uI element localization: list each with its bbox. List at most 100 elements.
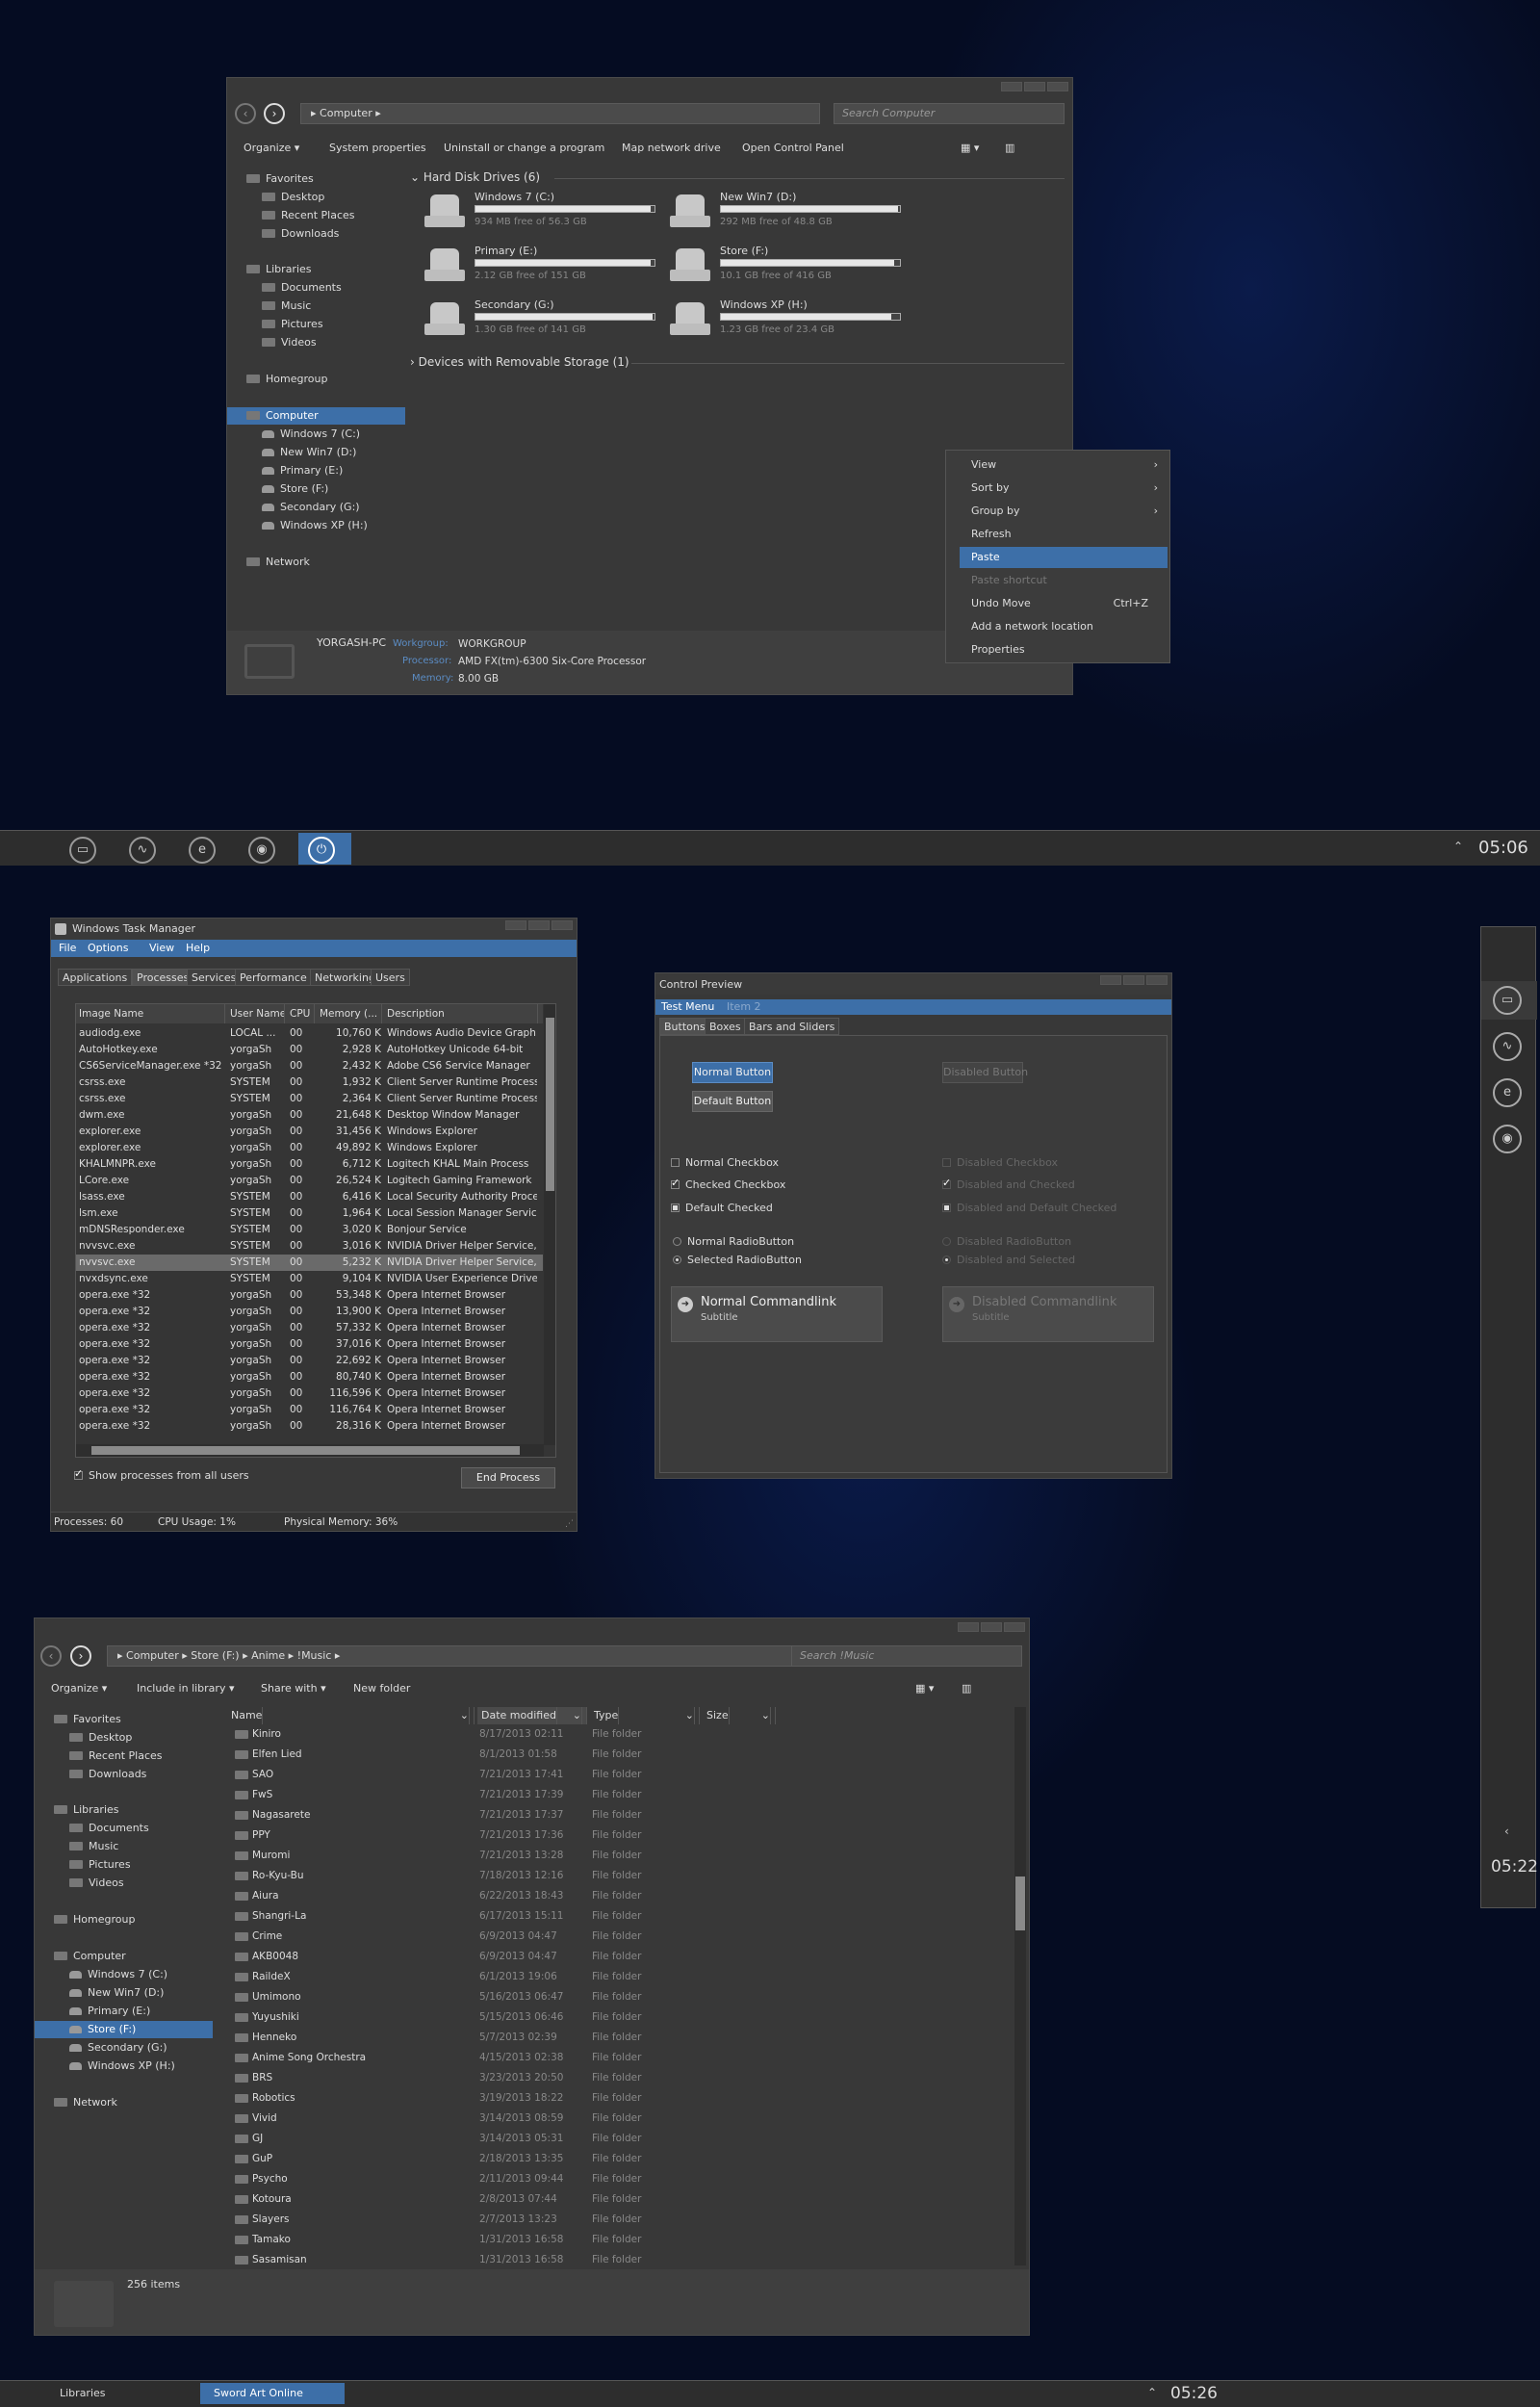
file-row[interactable]: Anime Song Orchestra 4/15/2013 02:38 File … (227, 2048, 805, 2068)
view-options-icon[interactable]: ▦ ▾ (961, 142, 979, 154)
nav-recent[interactable]: Recent Places (69, 1747, 163, 1765)
nav-documents[interactable]: Documents (262, 279, 342, 297)
organize-button[interactable]: Organize ▾ (51, 1682, 107, 1695)
process-row[interactable]: mDNSResponder.exe SYSTEM 00 3,020 K Bonjour … (76, 1222, 543, 1238)
file-row[interactable]: Kotoura 2/8/2013 07:44 File folder (227, 2189, 805, 2210)
nav-favorites[interactable]: Favorites (246, 170, 314, 188)
context-menu-item-undo-move[interactable]: Undo Move Ctrl+Z (960, 593, 1168, 614)
context-menu-item-refresh[interactable]: Refresh (960, 524, 1168, 545)
menu-view[interactable]: View (149, 942, 174, 954)
ie-icon[interactable]: e (189, 837, 216, 864)
minimize-button[interactable] (505, 920, 526, 930)
nav-pictures[interactable]: Pictures (262, 316, 323, 333)
breadcrumb-store[interactable]: Store (F:) (191, 1649, 239, 1662)
maximize-button[interactable] (528, 920, 550, 930)
media-player-icon[interactable]: ◉ (248, 837, 275, 864)
file-row[interactable]: Nagasarete 7/21/2013 17:37 File folder (227, 1805, 805, 1825)
context-menu-item-view[interactable]: View › (960, 454, 1168, 476)
process-row[interactable]: lsass.exe SYSTEM 00 6,416 K Local Security A… (76, 1189, 543, 1205)
drive-tile[interactable]: Secondary (G:) 1.30 GB free of 141 GB (424, 297, 655, 340)
nav-drive-g[interactable]: Secondary (G:) (262, 499, 360, 516)
normal-button[interactable]: Normal Button (692, 1062, 773, 1083)
process-row[interactable]: opera.exe *32 yorgaSh 00 22,692 K Opera Inte… (76, 1353, 543, 1369)
nav-drive-c[interactable]: Windows 7 (C:) (262, 426, 360, 443)
tab-boxes[interactable]: Boxes (705, 1018, 746, 1035)
tab-users[interactable]: Users (371, 969, 410, 986)
file-row[interactable]: RaildeX 6/1/2013 19:06 File folder (227, 1967, 805, 1987)
maximize-button[interactable] (1123, 975, 1144, 985)
nav-recent[interactable]: Recent Places (262, 207, 355, 224)
normal-checkbox[interactable]: Normal Checkbox (671, 1156, 779, 1169)
show-all-processes-checkbox[interactable]: Show processes from all users (74, 1467, 249, 1482)
column-header[interactable]: User Name (227, 1004, 285, 1023)
process-row[interactable]: CS6ServiceManager.exe *32 yorgaSh 00 2,432 … (76, 1058, 543, 1074)
file-row[interactable]: Vivid 3/14/2013 08:59 File folder (227, 2109, 805, 2129)
process-row[interactable]: explorer.exe yorgaSh 00 31,456 K Windows Exp… (76, 1124, 543, 1140)
menu-help[interactable]: Help (186, 942, 210, 954)
process-row[interactable]: opera.exe *32 yorgaSh 00 37,016 K Opera Inte… (76, 1336, 543, 1353)
forward-button[interactable]: › (264, 103, 285, 124)
process-row[interactable]: explorer.exe yorgaSh 00 49,892 K Windows Exp… (76, 1140, 543, 1156)
file-row[interactable]: Psycho 2/11/2013 09:44 File folder (227, 2169, 805, 2189)
close-button[interactable] (1047, 82, 1068, 91)
file-row[interactable]: Yuyushiki 5/15/2013 06:46 File folder (227, 2007, 805, 2028)
column-size[interactable]: Size ⌄ (703, 1707, 776, 1724)
back-button[interactable]: ‹ (235, 103, 256, 124)
vertical-scrollbar[interactable] (1014, 1707, 1026, 2265)
nav-drive-e[interactable]: Primary (E:) (69, 2003, 150, 2020)
process-row[interactable]: opera.exe *32 yorgaSh 00 28,316 K Opera Inte… (76, 1418, 543, 1435)
include-library-button[interactable]: Include in library ▾ (137, 1682, 234, 1695)
nav-pictures[interactable]: Pictures (69, 1856, 131, 1874)
nav-drive-e[interactable]: Primary (E:) (262, 462, 343, 479)
file-row[interactable]: Shangri-La 6/17/2013 15:11 File folder (227, 1906, 805, 1927)
default-button[interactable]: Default Button (692, 1091, 773, 1112)
address-bar[interactable]: ▸ Computer ▸ (300, 103, 820, 124)
file-row[interactable]: Ro-Kyu-Bu 7/18/2013 12:16 File folder (227, 1866, 805, 1886)
file-row[interactable]: Kiniro 8/17/2013 02:11 File folder (227, 1724, 805, 1745)
nav-homegroup[interactable]: Homegroup (246, 371, 327, 388)
maximize-button[interactable] (1024, 82, 1045, 91)
taskbar-libraries[interactable]: Libraries (60, 2387, 106, 2399)
process-row[interactable]: LCore.exe yorgaSh 00 26,524 K Logitech Gamin… (76, 1173, 543, 1189)
context-menu-item-properties[interactable]: Properties (960, 639, 1168, 660)
context-menu-item-paste[interactable]: Paste (960, 547, 1168, 568)
preview-pane-icon[interactable]: ▥ (962, 1682, 971, 1695)
process-row[interactable]: KHALMNPR.exe yorgaSh 00 6,712 K Logitech KHA… (76, 1156, 543, 1173)
search-input[interactable]: Search Computer (834, 103, 1065, 124)
chevron-up-icon[interactable]: ⌃ (1147, 2386, 1157, 2399)
chevron-up-icon[interactable]: ⌃ (1453, 840, 1463, 853)
file-row[interactable]: GJ 3/14/2013 05:31 File folder (227, 2129, 805, 2149)
resize-grip-icon[interactable]: ⋰ (565, 1519, 574, 1529)
section-hard-disk-drives[interactable]: ⌄ Hard Disk Drives (6) (410, 170, 540, 184)
nav-drive-d[interactable]: New Win7 (D:) (69, 1984, 164, 2002)
column-name[interactable]: Name ⌄ (227, 1707, 475, 1724)
activity-icon[interactable]: ∿ (1493, 1032, 1522, 1061)
tab-applications[interactable]: Applications (58, 969, 133, 986)
search-input[interactable]: Search !Music (791, 1645, 1022, 1667)
menu-options[interactable]: Options (88, 942, 128, 954)
menu-test[interactable]: Test Menu (661, 1000, 714, 1013)
section-removable-storage[interactable]: › Devices with Removable Storage (1) (410, 355, 629, 369)
organize-button[interactable]: Organize ▾ (244, 142, 299, 154)
process-row[interactable]: nvxdsync.exe SYSTEM 00 9,104 K NVIDIA User E… (76, 1271, 543, 1287)
default-checked-checkbox[interactable]: Default Checked (671, 1202, 773, 1214)
column-date-modified[interactable]: Date modified ⌄ (477, 1707, 587, 1724)
process-row[interactable]: opera.exe *32 yorgaSh 00 116,596 K Opera Int… (76, 1385, 543, 1402)
checked-checkbox[interactable]: Checked Checkbox (671, 1177, 785, 1191)
file-row[interactable]: FwS 7/21/2013 17:39 File folder (227, 1785, 805, 1805)
tab-performance[interactable]: Performance (235, 969, 312, 986)
uninstall-button[interactable]: Uninstall or change a program (444, 142, 604, 154)
nav-network[interactable]: Network (54, 2094, 117, 2111)
file-row[interactable]: PPY 7/21/2013 17:36 File folder (227, 1825, 805, 1846)
dock-clock[interactable]: 05:22 (1491, 1857, 1538, 1876)
file-row[interactable]: Muromi 7/21/2013 13:28 File folder (227, 1846, 805, 1866)
drive-tile[interactable]: New Win7 (D:) 292 MB free of 48.8 GB (670, 189, 901, 232)
nav-music[interactable]: Music (69, 1838, 118, 1855)
control-panel-button[interactable]: Open Control Panel (742, 142, 844, 154)
context-menu-item-group-by[interactable]: Group by › (960, 501, 1168, 522)
process-row[interactable]: opera.exe *32 yorgaSh 00 80,740 K Opera Inte… (76, 1369, 543, 1385)
process-row[interactable]: nvvsvc.exe SYSTEM 00 3,016 K NVIDIA Driver H… (76, 1238, 543, 1255)
activity-icon[interactable]: ∿ (129, 837, 156, 864)
nav-documents[interactable]: Documents (69, 1820, 149, 1837)
view-options-icon[interactable]: ▦ ▾ (915, 1682, 934, 1695)
